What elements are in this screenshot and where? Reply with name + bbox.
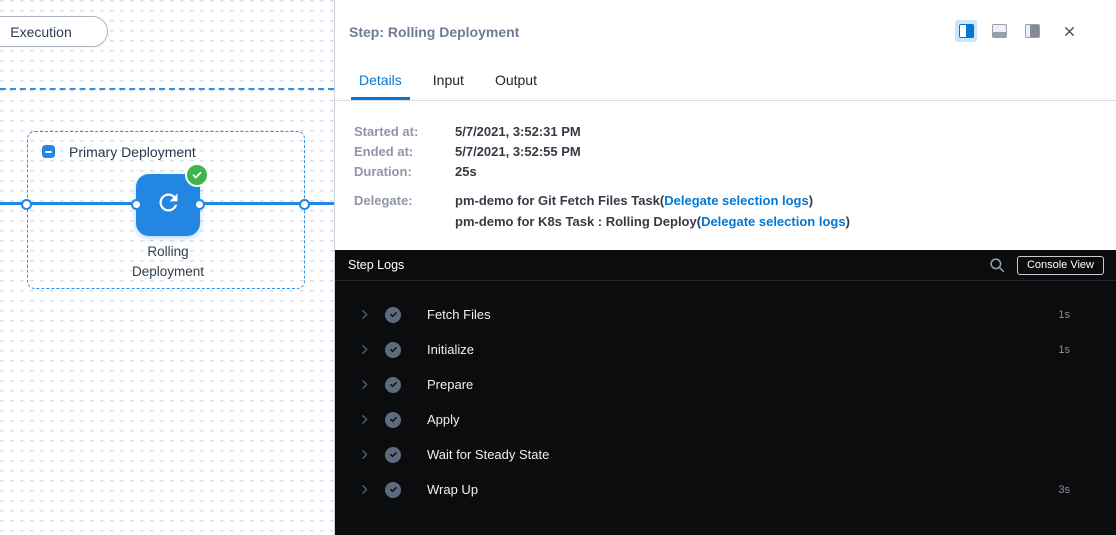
log-row-wrap-up[interactable]: Wrap Up 3s [335, 472, 1116, 507]
detail-label: Started at: [354, 124, 455, 139]
stage-label: Primary Deployment [69, 144, 196, 160]
connector-dot [299, 199, 310, 210]
delegate-text: ) [846, 214, 850, 229]
log-step-name: Prepare [427, 377, 473, 392]
detail-value: 5/7/2021, 3:52:31 PM [455, 124, 581, 139]
split-bottom-icon[interactable] [988, 20, 1010, 42]
step-node-caption-line2: Deployment [96, 262, 240, 282]
detail-row-delegate: Delegate: pm-demo for Git Fetch Files Ta… [354, 190, 850, 232]
step-logs-header: Step Logs Console View [335, 250, 1116, 281]
delegate-text: pm-demo for Git Fetch Files Task( [455, 193, 664, 208]
details-section: Started at: 5/7/2021, 3:52:31 PM Ended a… [354, 121, 850, 232]
log-row-wait-for-steady-state[interactable]: Wait for Steady State [335, 437, 1116, 472]
panel-right-icon[interactable] [1021, 20, 1043, 42]
chevron-right-icon[interactable] [358, 343, 372, 357]
delegate-selection-logs-link[interactable]: Delegate selection logs [664, 193, 809, 208]
pipeline-canvas[interactable]: Execution Primary Deployment Rolling Dep… [0, 0, 334, 535]
tab-input[interactable]: Input [425, 62, 472, 97]
stage-group-dashed-line [0, 88, 334, 90]
check-circle-icon [385, 412, 401, 428]
detail-label: Delegate: [354, 190, 455, 211]
detail-value: 5/7/2021, 3:52:55 PM [455, 144, 581, 159]
panel-tabs: Details Input Output [351, 62, 560, 97]
log-row-apply[interactable]: Apply [335, 402, 1116, 437]
log-step-name: Initialize [427, 342, 474, 357]
log-step-name: Wrap Up [427, 482, 478, 497]
step-logs-panel: Step Logs Console View Fetch Files 1s [335, 250, 1116, 535]
step-details-panel: Step: Rolling Deployment Details Input O… [334, 0, 1116, 535]
detail-label: Ended at: [354, 144, 455, 159]
success-check-icon [185, 163, 209, 187]
split-right-icon[interactable] [955, 20, 977, 42]
execution-screen: Execution Primary Deployment Rolling Dep… [0, 0, 1116, 535]
delegate-selection-logs-link[interactable]: Delegate selection logs [701, 214, 846, 229]
connector-dot [21, 199, 32, 210]
tabs-divider [335, 100, 1116, 101]
delegate-text: pm-demo for K8s Task : Rolling Deploy( [455, 214, 701, 229]
execution-tab[interactable]: Execution [0, 16, 108, 47]
log-step-name: Wait for Steady State [427, 447, 549, 462]
detail-row-started: Started at: 5/7/2021, 3:52:31 PM [354, 121, 850, 141]
log-row-fetch-files[interactable]: Fetch Files 1s [335, 297, 1116, 332]
log-step-name: Fetch Files [427, 307, 491, 322]
log-row-initialize[interactable]: Initialize 1s [335, 332, 1116, 367]
check-circle-icon [385, 342, 401, 358]
check-circle-icon [385, 307, 401, 323]
panel-title: Step: Rolling Deployment [349, 24, 519, 40]
step-node-caption: Rolling Deployment [96, 242, 240, 282]
log-rows: Fetch Files 1s Initialize 1s Prepare [335, 281, 1116, 507]
check-circle-icon [385, 482, 401, 498]
log-step-name: Apply [427, 412, 460, 427]
tab-output[interactable]: Output [487, 62, 545, 97]
step-node-caption-line1: Rolling [96, 242, 240, 262]
detail-value: 25s [455, 164, 477, 179]
detail-label: Duration: [354, 164, 455, 179]
connector-dot [194, 199, 205, 210]
check-circle-icon [385, 447, 401, 463]
chevron-right-icon[interactable] [358, 413, 372, 427]
log-row-prepare[interactable]: Prepare [335, 367, 1116, 402]
check-circle-icon [385, 377, 401, 393]
execution-tab-label: Execution [10, 24, 71, 40]
delegate-line: pm-demo for K8s Task : Rolling Deploy(De… [455, 211, 850, 232]
log-step-duration: 1s [1058, 344, 1070, 356]
connector-dot [131, 199, 142, 210]
log-step-duration: 1s [1058, 309, 1070, 321]
detail-row-duration: Duration: 25s [354, 161, 850, 181]
console-view-button[interactable]: Console View [1017, 256, 1104, 275]
delegate-text: ) [809, 193, 813, 208]
log-step-duration: 3s [1058, 484, 1070, 496]
refresh-icon [155, 189, 182, 221]
tab-details[interactable]: Details [351, 62, 410, 97]
chevron-right-icon[interactable] [358, 378, 372, 392]
chevron-right-icon[interactable] [358, 448, 372, 462]
close-icon[interactable] [1058, 20, 1080, 42]
search-icon[interactable] [985, 253, 1009, 277]
chevron-right-icon[interactable] [358, 483, 372, 497]
delegate-line: pm-demo for Git Fetch Files Task(Delegat… [455, 190, 850, 211]
detail-row-ended: Ended at: 5/7/2021, 3:52:55 PM [354, 141, 850, 161]
chevron-right-icon[interactable] [358, 308, 372, 322]
minus-square-icon[interactable] [42, 145, 55, 158]
step-logs-title: Step Logs [348, 258, 404, 272]
panel-layout-controls [955, 20, 1080, 42]
